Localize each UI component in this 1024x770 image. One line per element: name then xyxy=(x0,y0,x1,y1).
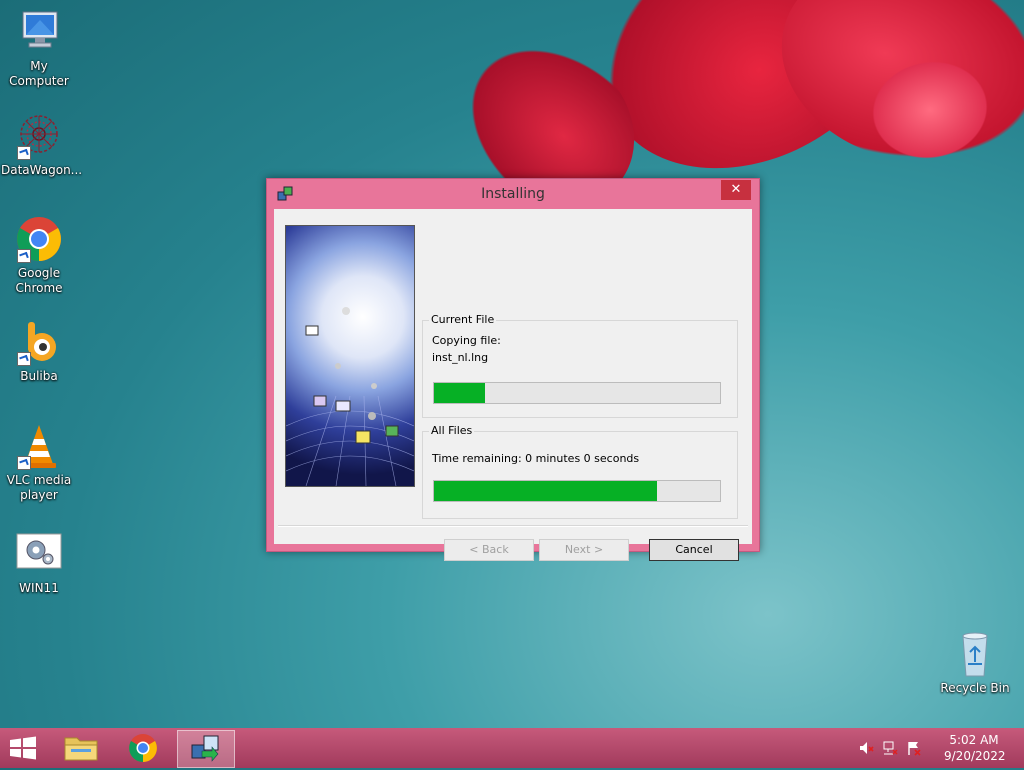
settings-gear-icon xyxy=(15,530,63,578)
current-file-progress-bar xyxy=(433,382,721,404)
installer-banner-image xyxy=(285,225,415,487)
cancel-button[interactable]: Cancel xyxy=(649,539,739,561)
windows-start-icon[interactable] xyxy=(8,736,38,760)
taskbar-clock[interactable]: 5:02 AM 9/20/2022 xyxy=(944,732,1006,764)
network-icon[interactable] xyxy=(882,740,898,759)
installer-icon xyxy=(191,735,219,762)
current-file-group-label: Current File xyxy=(429,313,497,326)
time-remaining-text: Time remaining: 0 minutes 0 seconds xyxy=(432,452,640,465)
shortcut-arrow-icon xyxy=(17,456,31,470)
all-files-progress-bar xyxy=(433,480,721,502)
chrome-icon xyxy=(129,734,157,762)
shortcut-arrow-icon xyxy=(17,146,31,160)
button-separator xyxy=(278,525,748,527)
system-tray: 5:02 AM 9/20/2022 xyxy=(854,728,1024,768)
action-center-flag-icon[interactable] xyxy=(906,740,922,759)
desktop-icon-buliba[interactable]: Buliba xyxy=(1,318,77,384)
computer-icon xyxy=(15,8,63,56)
speaker-muted-icon[interactable] xyxy=(858,740,874,759)
desktop-icon-label: DataWagon... xyxy=(1,163,83,177)
desktop-icon-label: Recycle Bin xyxy=(940,681,1010,695)
dialog-client-area: Current File Copying file: inst_nl.lng A… xyxy=(274,209,752,561)
all-files-progress-fill xyxy=(434,481,658,501)
all-files-group-label: All Files xyxy=(429,424,475,437)
current-file-group: Current File Copying file: inst_nl.lng xyxy=(422,313,738,418)
desktop-icon-label: WIN11 xyxy=(19,581,59,595)
buliba-icon xyxy=(15,318,63,366)
close-button[interactable]: ✕ xyxy=(721,180,751,200)
shortcut-arrow-icon xyxy=(17,352,31,366)
recycle-bin-icon xyxy=(951,630,999,678)
taskbar-chrome[interactable] xyxy=(115,730,171,766)
back-button[interactable]: < Back xyxy=(444,539,534,561)
desktop-icon-label: My Computer xyxy=(9,59,69,88)
dialog-titlebar[interactable]: Installing ✕ xyxy=(267,179,759,209)
clock-date: 9/20/2022 xyxy=(944,749,1006,763)
desktop-icon-my-computer[interactable]: My Computer xyxy=(1,8,77,89)
current-filename: inst_nl.lng xyxy=(432,351,489,364)
vlc-cone-icon xyxy=(15,422,63,470)
desktop-icon-datawagon[interactable]: DataWagon... xyxy=(1,112,83,178)
current-file-progress-fill xyxy=(434,383,486,403)
desktop-icon-win11[interactable]: WIN11 xyxy=(1,530,77,596)
dialog-title: Installing xyxy=(481,186,545,202)
desktop-icon-label: Google Chrome xyxy=(15,266,63,295)
copying-status-text: Copying file: xyxy=(432,334,501,347)
taskbar-installer[interactable] xyxy=(177,730,235,768)
taskbar-file-explorer[interactable] xyxy=(53,730,109,766)
file-explorer-icon xyxy=(64,737,98,761)
desktop-icon-label: Buliba xyxy=(20,369,58,383)
installing-dialog: Installing ✕ Current File Copying file: … xyxy=(266,178,760,561)
desktop-icon-google-chrome[interactable]: Google Chrome xyxy=(1,215,77,296)
datawagon-icon xyxy=(15,112,63,160)
desktop-icon-recycle-bin[interactable]: Recycle Bin xyxy=(937,630,1013,696)
clock-time: 5:02 AM xyxy=(949,733,999,747)
shortcut-arrow-icon xyxy=(17,249,31,263)
all-files-group: All Files Time remaining: 0 minutes 0 se… xyxy=(422,424,738,519)
taskbar: 5:02 AM 9/20/2022 xyxy=(0,728,1024,768)
desktop-icon-label: VLC media player xyxy=(6,473,72,502)
desktop-icon-vlc[interactable]: VLC media player xyxy=(1,422,77,503)
next-button[interactable]: Next > xyxy=(539,539,629,561)
chrome-icon xyxy=(15,215,63,263)
